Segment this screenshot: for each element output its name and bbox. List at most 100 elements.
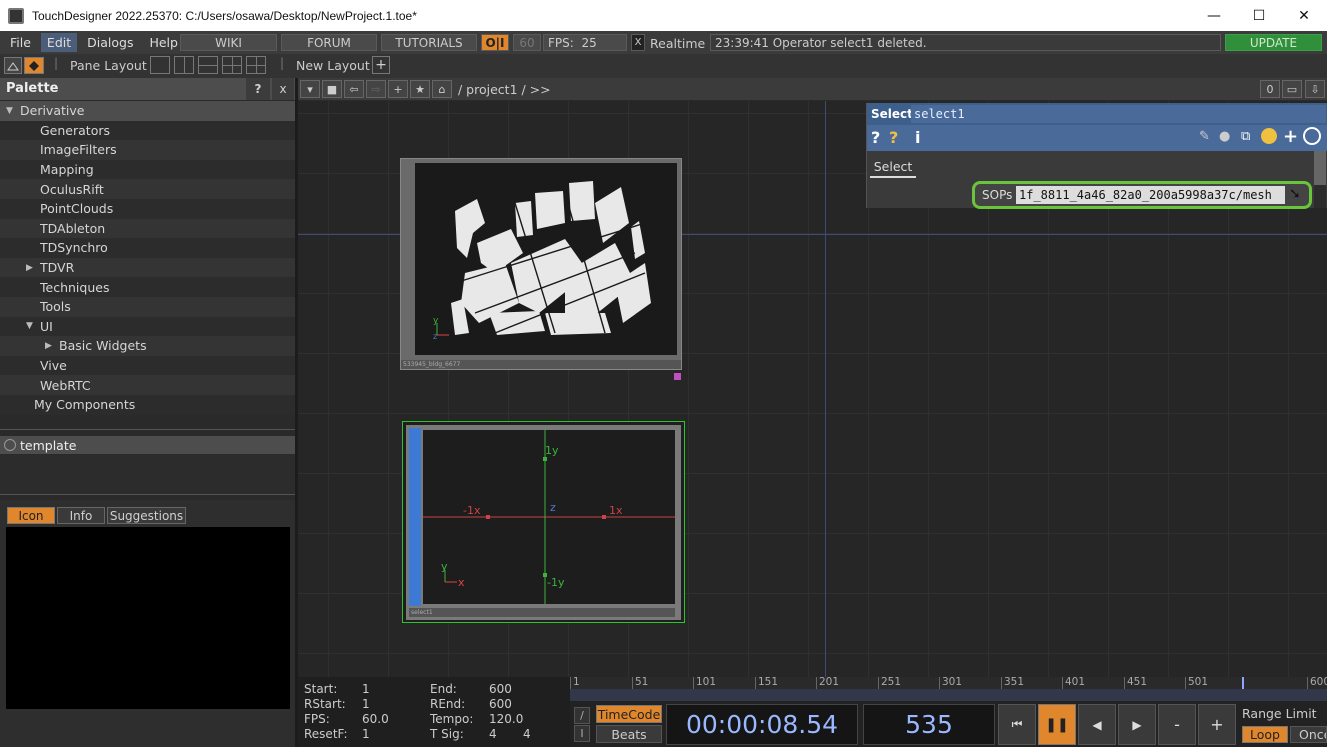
layout-quad-icon[interactable] bbox=[246, 56, 266, 74]
comment-icon[interactable]: ● bbox=[1219, 129, 1230, 144]
back-arrow-icon[interactable]: ⇦ bbox=[344, 80, 364, 98]
oi-toggle-button[interactable]: O|I bbox=[481, 34, 509, 51]
pane-toggle-icon[interactable] bbox=[4, 57, 22, 74]
palette-item-oculusrift[interactable]: OculusRift bbox=[0, 179, 295, 199]
speed-plus-button[interactable]: + bbox=[1198, 704, 1236, 745]
palette-item-my-components[interactable]: My Components bbox=[0, 394, 295, 415]
palette-item-tdvr[interactable]: ▶ TDVR bbox=[0, 257, 295, 278]
tab-select[interactable]: Select bbox=[870, 159, 916, 178]
palette-close-button[interactable]: x bbox=[272, 78, 294, 100]
python-icon[interactable] bbox=[1261, 128, 1277, 144]
start-value[interactable]: 1 bbox=[362, 682, 370, 696]
palette-item-derivative[interactable]: ▼ Derivative bbox=[0, 101, 295, 121]
node-buildings[interactable]: y z 533945_bldg_6677 bbox=[400, 158, 682, 370]
forward-arrow-icon[interactable]: ⇨ bbox=[366, 80, 386, 98]
stop-icon[interactable]: ■ bbox=[322, 80, 342, 98]
expand-down-icon[interactable]: ▼ bbox=[26, 321, 40, 331]
add-parameter-icon[interactable]: + bbox=[1283, 126, 1298, 147]
timecode-button[interactable]: TimeCode bbox=[596, 705, 662, 723]
palette-item-tools[interactable]: Tools bbox=[0, 296, 295, 317]
realtime-checkbox[interactable]: X bbox=[631, 34, 645, 51]
speed-minus-button[interactable]: - bbox=[1158, 704, 1196, 745]
layout-split-horizontal-icon[interactable] bbox=[198, 56, 218, 74]
playhead[interactable] bbox=[1242, 677, 1244, 689]
template-row[interactable]: template bbox=[0, 436, 295, 454]
once-button[interactable]: Once bbox=[1290, 726, 1327, 743]
rstart-value[interactable]: 1 bbox=[362, 697, 370, 711]
layout-three-pane-icon[interactable] bbox=[222, 56, 242, 74]
layout-split-vertical-icon[interactable] bbox=[174, 56, 194, 74]
resetf-value[interactable]: 1 bbox=[362, 727, 370, 741]
download-icon[interactable]: ⇩ bbox=[1305, 80, 1325, 98]
network-zero-button[interactable]: 0 bbox=[1260, 80, 1280, 98]
loop-button[interactable]: Loop bbox=[1242, 726, 1288, 743]
end-value[interactable]: 600 bbox=[489, 682, 512, 696]
pick-arrow-icon[interactable]: ➘ bbox=[1289, 186, 1301, 202]
fps-setting-value[interactable]: 60.0 bbox=[362, 712, 389, 726]
network-editor[interactable]: y z 533945_bldg_6677 1y -1y -1x 1x z y x… bbox=[298, 101, 1327, 677]
palette-item-imagefilters[interactable]: ImageFilters bbox=[0, 140, 295, 160]
edit-pencil-icon[interactable]: ✎ bbox=[1199, 129, 1210, 144]
menu-file[interactable]: File bbox=[4, 33, 37, 52]
node-select1-label[interactable]: select1 bbox=[409, 608, 675, 617]
palette-item-pointclouds[interactable]: PointClouds bbox=[0, 198, 295, 219]
menu-dialogs[interactable]: Dialogs bbox=[81, 33, 139, 52]
network-pane-icon[interactable] bbox=[24, 57, 44, 74]
network-menu-icon[interactable]: ▾ bbox=[300, 80, 320, 98]
python-help-icon[interactable]: ? bbox=[889, 128, 898, 147]
close-window-button[interactable]: ✕ bbox=[1281, 0, 1327, 31]
target-icon[interactable] bbox=[1303, 127, 1321, 145]
tsig-unit[interactable]: 4 bbox=[523, 727, 531, 741]
step-forward-icon[interactable]: ▶ bbox=[1118, 704, 1156, 745]
palette-help-button[interactable]: ? bbox=[246, 78, 270, 100]
layout-single-icon[interactable] bbox=[150, 56, 170, 74]
wiki-button[interactable]: WIKI bbox=[180, 34, 277, 51]
tutorials-button[interactable]: TUTORIALS bbox=[381, 34, 477, 51]
palette-item-tdsynchro[interactable]: TDSynchro bbox=[0, 238, 295, 258]
palette-item-techniques[interactable]: Techniques bbox=[0, 277, 295, 297]
palette-item-basic-widgets[interactable]: ▶ Basic Widgets bbox=[0, 336, 295, 356]
rewind-icon[interactable]: ⏮ bbox=[998, 704, 1036, 745]
palette-item-webrtc[interactable]: WebRTC bbox=[0, 375, 295, 395]
bookmark-star-icon[interactable]: ★ bbox=[410, 80, 430, 98]
maximize-pane-icon[interactable]: ▭ bbox=[1282, 80, 1302, 98]
expand-right-icon[interactable]: ▶ bbox=[45, 341, 59, 351]
tab-icon[interactable]: Icon bbox=[7, 507, 55, 524]
tab-info[interactable]: Info bbox=[57, 507, 105, 524]
param-scrollbar[interactable] bbox=[1314, 151, 1326, 208]
tab-suggestions[interactable]: Suggestions bbox=[107, 507, 186, 524]
expand-right-icon[interactable]: ▶ bbox=[26, 263, 40, 273]
rend-value[interactable]: 600 bbox=[489, 697, 512, 711]
node-buildings-label[interactable]: 533945_bldg_6677 bbox=[401, 360, 681, 369]
info-icon[interactable]: i bbox=[915, 128, 920, 147]
palette-item-vive[interactable]: Vive bbox=[0, 355, 295, 376]
sops-field[interactable]: 1f_8811_4a46_82a0_200a5998a37c/mesh bbox=[1016, 186, 1285, 204]
menu-help[interactable]: Help bbox=[143, 33, 184, 52]
node-select1[interactable]: 1y -1y -1x 1x z y x select1 bbox=[402, 421, 685, 623]
tempo-value[interactable]: 120.0 bbox=[489, 712, 523, 726]
forum-button[interactable]: FORUM bbox=[281, 34, 377, 51]
timeline-slash-icon[interactable]: / bbox=[574, 707, 590, 724]
update-button[interactable]: UPDATE bbox=[1225, 34, 1322, 51]
tsig-beats[interactable]: 4 bbox=[489, 727, 497, 741]
menu-edit[interactable]: Edit bbox=[40, 33, 78, 52]
help-icon[interactable]: ? bbox=[871, 128, 880, 147]
maximize-button[interactable]: ☐ bbox=[1236, 0, 1282, 31]
add-operator-icon[interactable]: + bbox=[388, 80, 408, 98]
palette-item-ui[interactable]: ▼ UI bbox=[0, 316, 295, 337]
step-back-icon[interactable]: ◀ bbox=[1078, 704, 1116, 745]
new-layout-plus-button[interactable]: + bbox=[372, 56, 390, 74]
minimize-button[interactable]: — bbox=[1191, 0, 1237, 31]
timecode-display[interactable]: 00:00:08.54 bbox=[666, 704, 858, 745]
fps-target-button[interactable]: 60 bbox=[513, 34, 541, 51]
network-path[interactable]: / project1 / >> bbox=[458, 82, 551, 97]
pause-icon[interactable]: ❚❚ bbox=[1038, 704, 1076, 745]
timeline-ruler[interactable]: 1 51 101 151 201 251 301 351 401 451 501 600 bbox=[570, 676, 1327, 701]
timeline-bar-icon[interactable]: I bbox=[574, 725, 590, 742]
expand-down-icon[interactable]: ▼ bbox=[6, 106, 20, 116]
param-op-name-field[interactable]: select1 bbox=[911, 105, 1326, 123]
frame-display[interactable]: 535 bbox=[863, 704, 995, 745]
palette-item-tdableton[interactable]: TDAbleton bbox=[0, 218, 295, 239]
palette-item-mapping[interactable]: Mapping bbox=[0, 159, 295, 180]
palette-item-generators[interactable]: Generators bbox=[0, 120, 295, 141]
